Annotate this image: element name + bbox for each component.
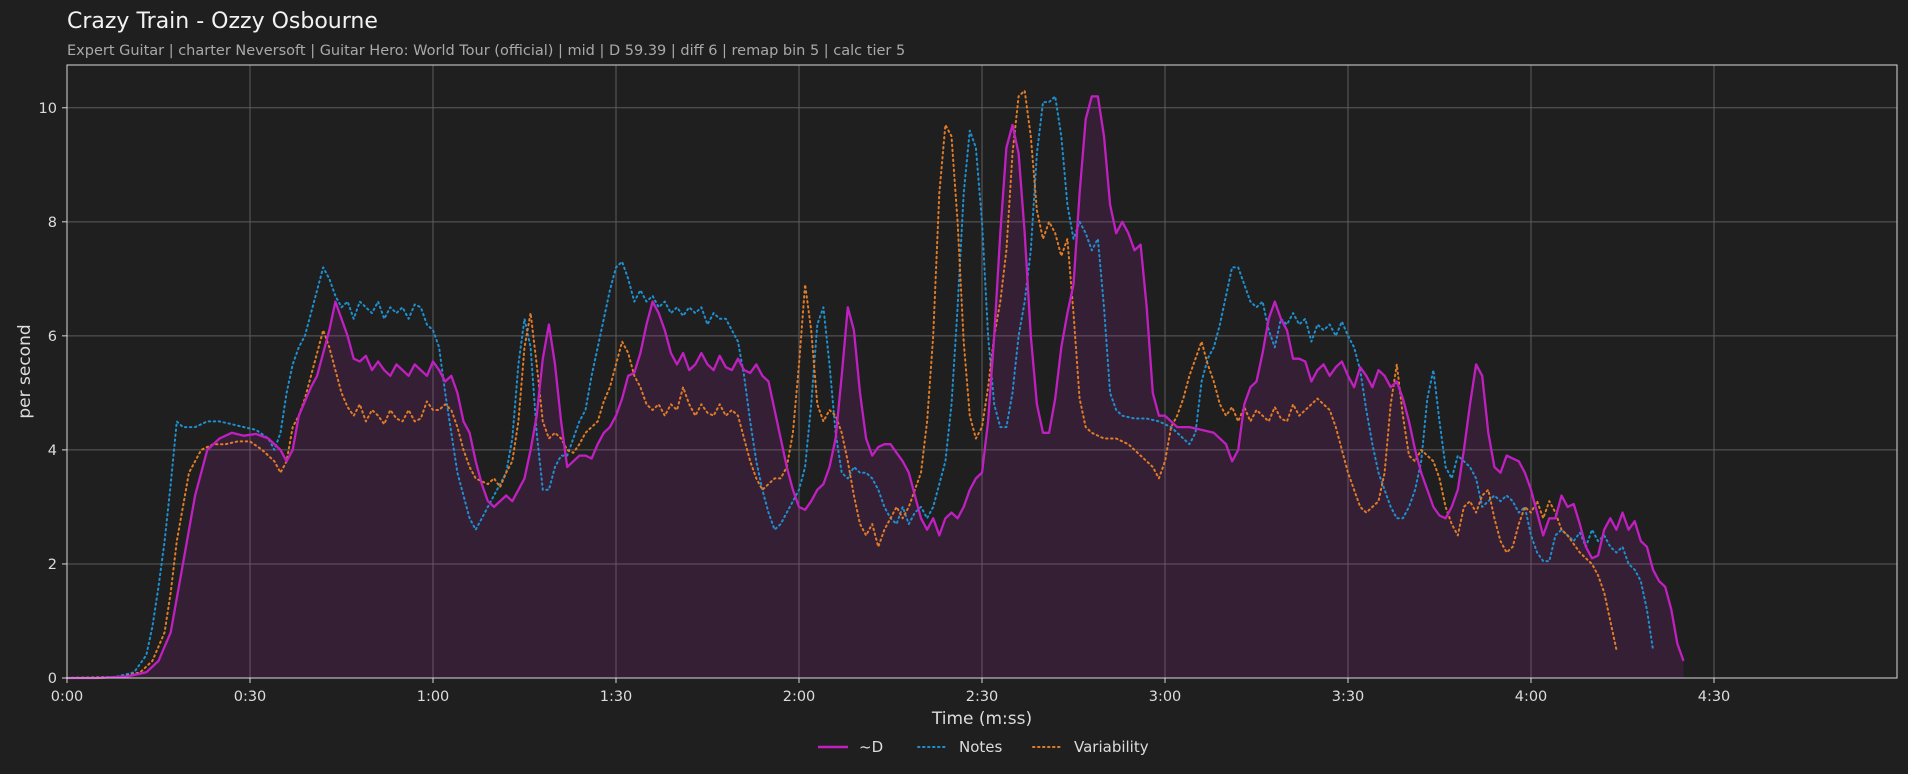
y-tick-label: 4 xyxy=(48,443,57,459)
x-tick-label: 1:00 xyxy=(417,689,450,705)
x-tick-label: 0:00 xyxy=(51,689,84,705)
y-axis-label: per second xyxy=(15,324,35,418)
y-axis-ticks: 0 2 4 6 8 10 xyxy=(39,101,67,687)
series-area-d xyxy=(67,96,1684,678)
x-tick-label: 0:30 xyxy=(234,689,267,705)
y-tick-label: 8 xyxy=(48,215,57,231)
x-tick-label: 2:30 xyxy=(966,689,999,705)
x-tick-label: 3:30 xyxy=(1332,689,1365,705)
x-tick-label: 1:30 xyxy=(600,689,633,705)
x-tick-label: 3:00 xyxy=(1149,689,1182,705)
x-tick-label: 4:30 xyxy=(1698,689,1731,705)
legend: ~D Notes Variability xyxy=(818,738,1149,756)
chart-figure: Crazy Train - Ozzy Osbourne Expert Guita… xyxy=(15,9,1898,756)
y-tick-label: 6 xyxy=(48,329,57,345)
y-tick-label: 0 xyxy=(48,671,57,687)
x-axis-label: Time (m:ss) xyxy=(931,709,1032,729)
chart-subtitle: Expert Guitar | charter Neversoft | Guit… xyxy=(67,43,905,59)
legend-label: Notes xyxy=(959,738,1003,756)
legend-label: ~D xyxy=(859,738,883,756)
x-tick-label: 4:00 xyxy=(1515,689,1548,705)
x-tick-label: 2:00 xyxy=(783,689,816,705)
y-tick-label: 10 xyxy=(39,101,57,117)
chart-title: Crazy Train - Ozzy Osbourne xyxy=(67,9,378,34)
area-fill xyxy=(67,96,1684,678)
legend-label: Variability xyxy=(1074,738,1149,756)
x-axis-ticks: 0:00 0:30 1:00 1:30 2:00 2:30 3:00 3:30 4:00 4:30 xyxy=(51,678,1731,705)
y-tick-label: 2 xyxy=(48,557,57,573)
